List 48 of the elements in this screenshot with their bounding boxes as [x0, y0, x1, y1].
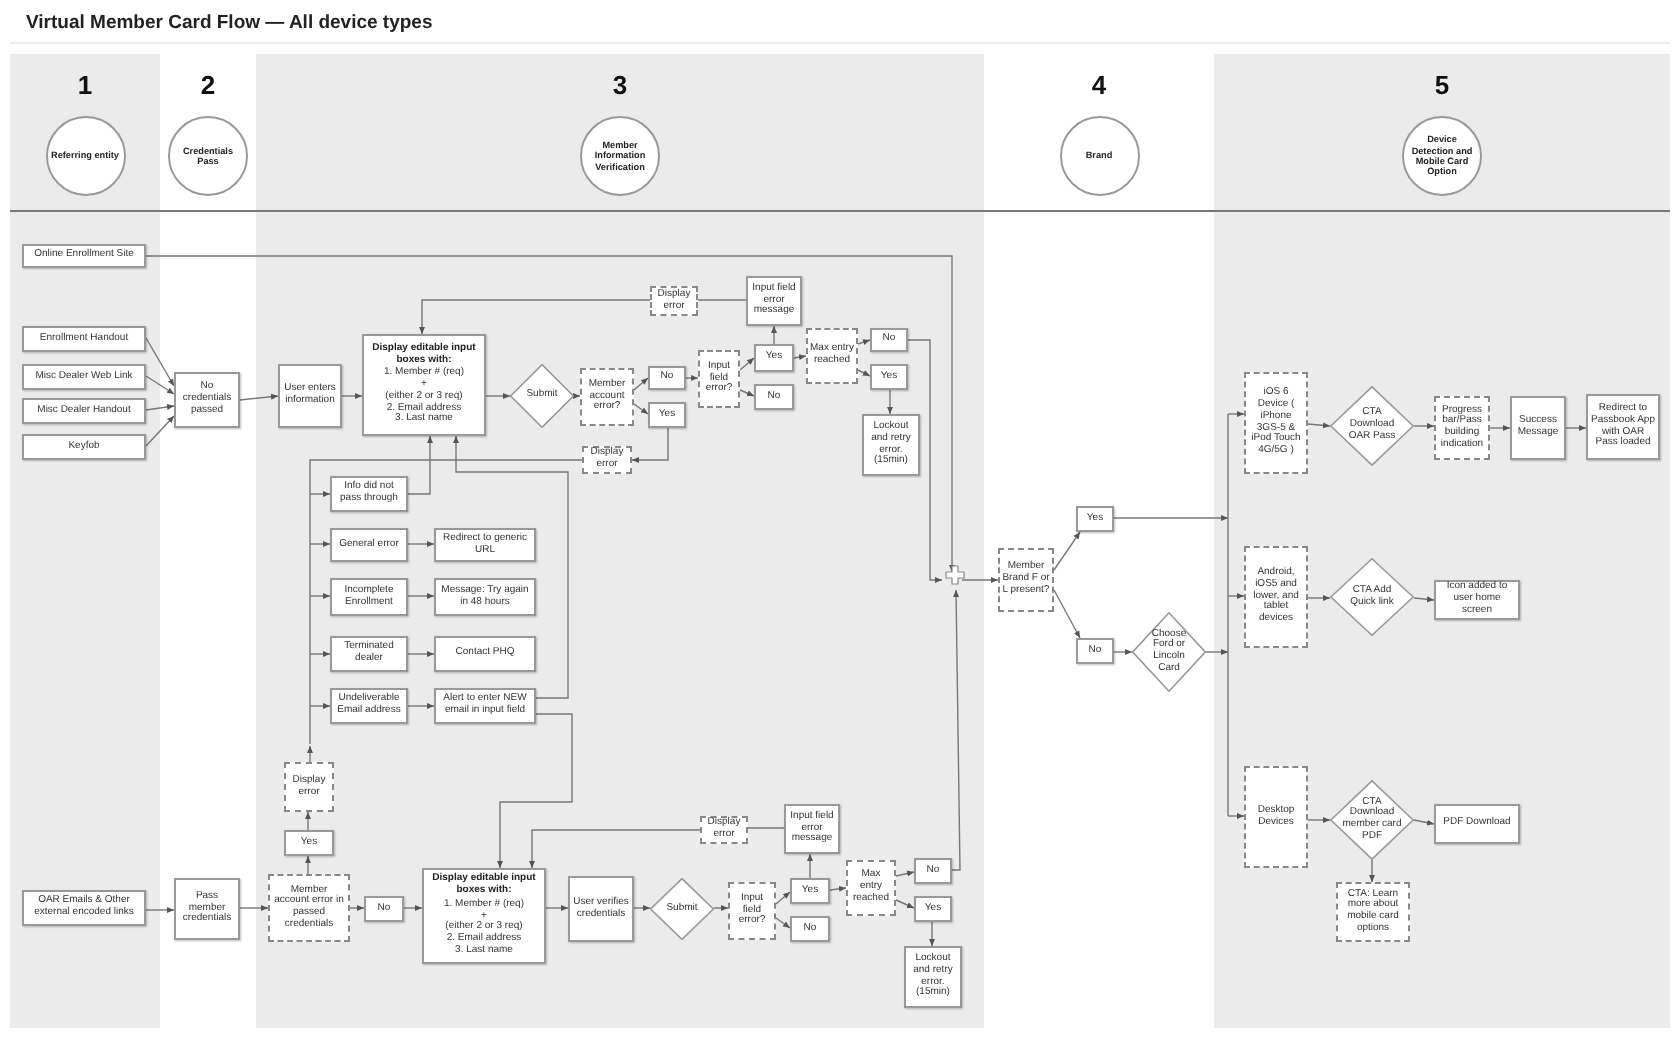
connector-line: [747, 827, 785, 829]
connector-arrow: [1489, 425, 1511, 431]
connector-arrow: [1413, 596, 1435, 603]
connector-arrow: [1053, 531, 1081, 571]
connector-arrow: [309, 651, 331, 657]
connector-arrow: [307, 745, 313, 763]
connector-arrow: [929, 921, 935, 947]
connector-arrow: [713, 905, 729, 911]
connector-arrow: [407, 703, 435, 709]
connector-arrow: [829, 885, 847, 892]
connector-arrow: [1307, 817, 1331, 823]
lane-number: 2: [200, 72, 216, 98]
connector-arrow: [309, 703, 331, 709]
lane-number: 5: [1434, 72, 1450, 98]
connector-arrow: [407, 651, 435, 657]
connector-arrow: [1307, 422, 1331, 429]
connector-arrow: [1227, 593, 1245, 599]
connector-arrow: [1113, 515, 1229, 521]
connector-arrow: [309, 593, 331, 599]
connector-arrow: [1113, 649, 1133, 655]
connector-arrow: [305, 811, 311, 831]
connector-arrow: [895, 899, 915, 909]
connector-arrow: [305, 855, 311, 875]
connector-arrow: [145, 907, 175, 913]
connector-arrow: [1053, 589, 1081, 639]
connector-arrow: [1413, 423, 1435, 429]
connector-arrow: [407, 593, 435, 599]
connector-arrow: [633, 905, 651, 911]
lane-number: 4: [1091, 72, 1107, 98]
lane-number: 1: [77, 72, 93, 98]
connector-arrow: [545, 905, 569, 911]
connector-arrow: [1369, 859, 1375, 883]
diagram-title: Virtual Member Card Flow — All device types: [26, 14, 433, 33]
connector-arrow: [403, 905, 423, 911]
connector-arrow: [1205, 649, 1229, 655]
connector-arrow: [1307, 595, 1331, 601]
connector-arrow: [349, 905, 365, 911]
connector-arrow: [239, 905, 269, 911]
connector-arrow: [807, 853, 813, 879]
connector-arrow: [1565, 425, 1587, 431]
junction-icon: [945, 565, 965, 585]
connector-arrow: [1227, 813, 1245, 819]
connector-arrow: [961, 577, 999, 583]
connector-arrow: [1413, 819, 1435, 826]
connector-arrow: [1227, 411, 1245, 417]
lane-number: 3: [612, 72, 628, 98]
connector-arrow: [895, 870, 915, 877]
connector-line: [697, 299, 747, 301]
